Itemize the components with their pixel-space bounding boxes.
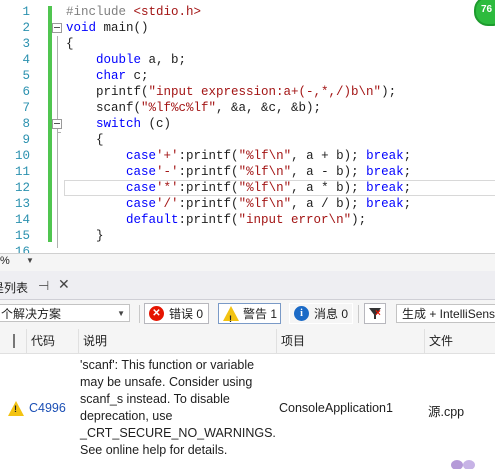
collapse-icon[interactable] bbox=[52, 119, 62, 129]
code-text: case'-':printf("%lf\n", a - b); break; bbox=[126, 165, 412, 179]
line-number: 11 bbox=[14, 165, 30, 179]
line-number: 6 bbox=[22, 85, 30, 99]
line-number: 5 bbox=[22, 69, 30, 83]
code-text: case'+':printf("%lf\n", a + b); break; bbox=[126, 149, 412, 163]
code-line[interactable]: 10 case'+':printf("%lf\n", a + b); break… bbox=[0, 148, 495, 164]
code-text: default:printf("input error\n"); bbox=[126, 213, 367, 227]
code-line[interactable]: 9 { bbox=[0, 132, 495, 148]
code-line[interactable]: 12 case'*':printf("%lf\n", a * b); break… bbox=[0, 180, 495, 196]
line-number: 16 bbox=[14, 245, 30, 253]
code-text: { bbox=[66, 37, 74, 51]
code-text: switch (c) bbox=[96, 117, 172, 131]
code-line[interactable]: 3{ bbox=[0, 36, 495, 52]
code-text: scanf("%lf%c%lf", &a, &c, &b); bbox=[66, 101, 322, 115]
code-line[interactable]: 5 char c; bbox=[0, 68, 495, 84]
code-text: case'*':printf("%lf\n", a * b); break; bbox=[126, 181, 412, 195]
toolbar-divider bbox=[358, 305, 359, 323]
grid-header: 代码 说明 项目 文件 bbox=[0, 329, 495, 354]
column-header-severity[interactable] bbox=[0, 329, 23, 353]
code-text: #include <stdio.h> bbox=[66, 5, 202, 19]
line-number: 2 bbox=[22, 21, 30, 35]
line-number: 10 bbox=[14, 149, 30, 163]
editor-status-strip: % ▼ bbox=[0, 253, 495, 271]
code-text: double a, b; bbox=[96, 53, 187, 67]
column-header-code[interactable]: 代码 bbox=[26, 329, 78, 353]
messages-filter-button[interactable]: i 消息 0 bbox=[289, 303, 353, 324]
warnings-filter-button[interactable]: ! 警告 1 bbox=[218, 303, 281, 324]
error-list-panel: 是列表 ⊣ ✕ 个解决方案 ▼ ✕ 错误 0 ! 警告 1 i 消息 0 × 生… bbox=[0, 271, 495, 465]
errors-label: 错误 0 bbox=[169, 307, 204, 321]
close-icon[interactable]: ✕ bbox=[58, 276, 70, 293]
code-editor[interactable]: 1 #include <stdio.h> 2 void main() 3{4 doubl… bbox=[0, 0, 495, 253]
code-line[interactable]: 11 case'-':printf("%lf\n", a - b); break… bbox=[0, 164, 495, 180]
warning-icon: ! bbox=[223, 306, 239, 324]
error-icon: ✕ bbox=[149, 306, 164, 321]
project-cell: ConsoleApplication1 bbox=[279, 401, 393, 415]
mascot-icon bbox=[451, 460, 475, 469]
clear-filter-button[interactable]: × bbox=[364, 303, 386, 324]
collapse-icon[interactable] bbox=[52, 23, 62, 33]
messages-label: 消息 0 bbox=[314, 307, 349, 321]
column-resize-handle[interactable] bbox=[13, 334, 15, 348]
line-number: 12 bbox=[14, 181, 30, 195]
line-number: 9 bbox=[22, 133, 30, 147]
info-icon: i bbox=[294, 306, 309, 321]
pin-icon[interactable]: ⊣ bbox=[38, 278, 49, 294]
line-number: 1 bbox=[22, 5, 30, 19]
toolbar-divider bbox=[139, 305, 140, 323]
code-text: printf("input expression:a+(-,*,/)b\n"); bbox=[66, 85, 397, 99]
error-list-toolbar: 个解决方案 ▼ ✕ 错误 0 ! 警告 1 i 消息 0 × 生成 + Inte… bbox=[0, 300, 495, 329]
code-text: void main() bbox=[66, 21, 149, 35]
description-cell: 'scanf': This function or variable may b… bbox=[80, 358, 276, 457]
error-grid: 代码 说明 项目 文件 ! C4996 'scanf': This functi… bbox=[0, 329, 495, 465]
warning-icon: ! bbox=[8, 401, 24, 416]
code-line[interactable]: 1 #include <stdio.h> bbox=[0, 4, 495, 20]
line-number: 3 bbox=[22, 37, 30, 51]
panel-title-bar: 是列表 ⊣ ✕ bbox=[0, 271, 495, 300]
code-link[interactable]: C4996 bbox=[29, 401, 66, 415]
zoom-dropdown-icon[interactable]: ▼ bbox=[26, 256, 34, 265]
code-line[interactable]: 15 } bbox=[0, 228, 495, 244]
line-number: 7 bbox=[22, 101, 30, 115]
code-text: { bbox=[66, 133, 104, 147]
errors-filter-button[interactable]: ✕ 错误 0 bbox=[144, 303, 209, 324]
scope-dropdown[interactable]: 个解决方案 ▼ bbox=[0, 304, 130, 322]
code-text: } bbox=[66, 229, 104, 243]
code-line[interactable]: 14 default:printf("input error\n"); bbox=[0, 212, 495, 228]
scope-value: 个解决方案 bbox=[1, 307, 62, 321]
build-source-dropdown[interactable]: 生成 + IntelliSense bbox=[396, 304, 495, 323]
line-number: 13 bbox=[14, 197, 30, 211]
zoom-level[interactable]: % bbox=[0, 255, 10, 267]
code-line[interactable]: 4 double a, b; bbox=[0, 52, 495, 68]
line-number: 15 bbox=[14, 229, 30, 243]
line-number: 4 bbox=[22, 53, 30, 67]
line-number: 14 bbox=[14, 213, 30, 227]
code-line[interactable]: 8 switch (c) bbox=[0, 116, 495, 132]
file-cell: 源.cpp bbox=[428, 405, 465, 419]
code-lines[interactable]: 1 #include <stdio.h> 2 void main() 3{4 doubl… bbox=[0, 4, 495, 253]
code-text: case'/':printf("%lf\n", a / b); break; bbox=[126, 197, 412, 211]
code-line[interactable]: 16 bbox=[0, 244, 495, 253]
column-header-project[interactable]: 项目 bbox=[276, 329, 424, 353]
code-text: char c; bbox=[96, 69, 149, 83]
column-header-description[interactable]: 说明 bbox=[78, 329, 276, 353]
code-line[interactable]: 13 case'/':printf("%lf\n", a / b); break… bbox=[0, 196, 495, 212]
table-row[interactable]: ! C4996 'scanf': This function or variab… bbox=[0, 354, 495, 465]
warnings-label: 警告 1 bbox=[243, 307, 278, 321]
clear-icon: × bbox=[375, 308, 381, 319]
code-line[interactable]: 2 void main() bbox=[0, 20, 495, 36]
column-header-file[interactable]: 文件 bbox=[424, 329, 495, 353]
severity-cell: ! bbox=[8, 401, 24, 416]
code-line[interactable]: 7 scanf("%lf%c%lf", &a, &c, &b); bbox=[0, 100, 495, 116]
code-line[interactable]: 6 printf("input expression:a+(-,*,/)b\n"… bbox=[0, 84, 495, 100]
line-number: 8 bbox=[22, 117, 30, 131]
chevron-down-icon: ▼ bbox=[117, 309, 125, 318]
tab-error-list[interactable]: 是列表 bbox=[0, 279, 28, 296]
